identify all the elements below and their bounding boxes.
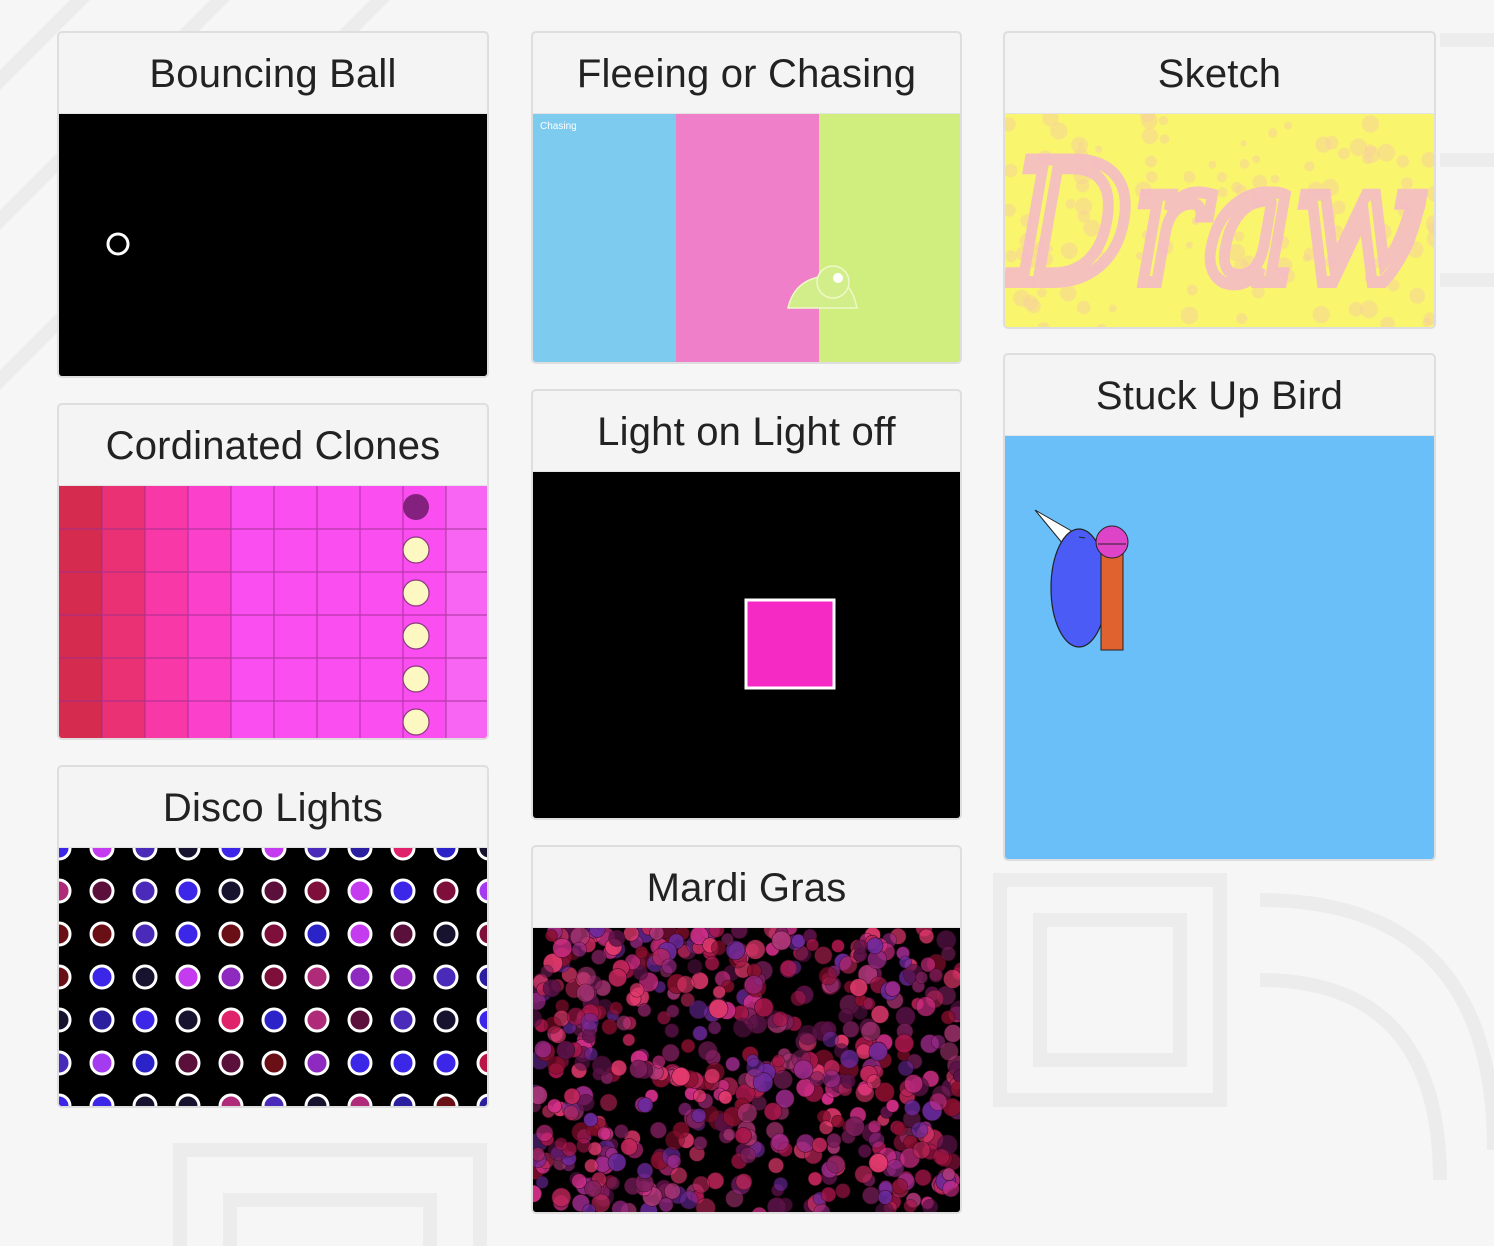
card-title: Disco Lights <box>59 767 487 848</box>
project-card-stuck-up-bird[interactable]: Stuck Up Bird <box>1003 353 1436 861</box>
project-card-disco-lights[interactable]: Disco Lights <box>57 765 489 1108</box>
thumbnail-cordinated-clones <box>59 486 487 738</box>
card-title: Cordinated Clones <box>59 405 487 486</box>
card-title: Fleeing or Chasing <box>533 33 960 114</box>
project-card-sketch[interactable]: Sketch Draw <box>1003 31 1436 329</box>
thumb-status-text: Chasing <box>540 121 577 132</box>
thumbnail-sketch: Draw <box>1005 114 1434 327</box>
project-card-light-on-light-off[interactable]: Light on Light off <box>531 389 962 820</box>
card-title: Sketch <box>1005 33 1434 114</box>
thumbnail-fleeing-or-chasing: Chasing <box>533 114 960 362</box>
project-card-mardi-gras[interactable]: Mardi Gras <box>531 845 962 1214</box>
card-title: Bouncing Ball <box>59 33 487 114</box>
card-title: Mardi Gras <box>533 847 960 928</box>
card-title: Light on Light off <box>533 391 960 472</box>
project-card-fleeing-or-chasing[interactable]: Fleeing or Chasing Chasing <box>531 31 962 364</box>
card-title: Stuck Up Bird <box>1005 355 1434 436</box>
sketch-draw-text: Draw <box>1008 126 1425 322</box>
project-card-bouncing-ball[interactable]: Bouncing Ball <box>57 31 489 378</box>
thumbnail-disco-lights <box>59 848 487 1106</box>
thumbnail-mardi-gras <box>533 928 960 1212</box>
thumbnail-bouncing-ball <box>59 114 487 376</box>
thumbnail-stuck-up-bird <box>1005 436 1434 859</box>
project-card-cordinated-clones[interactable]: Cordinated Clones <box>57 403 489 740</box>
thumbnail-light-on-light-off <box>533 472 960 818</box>
